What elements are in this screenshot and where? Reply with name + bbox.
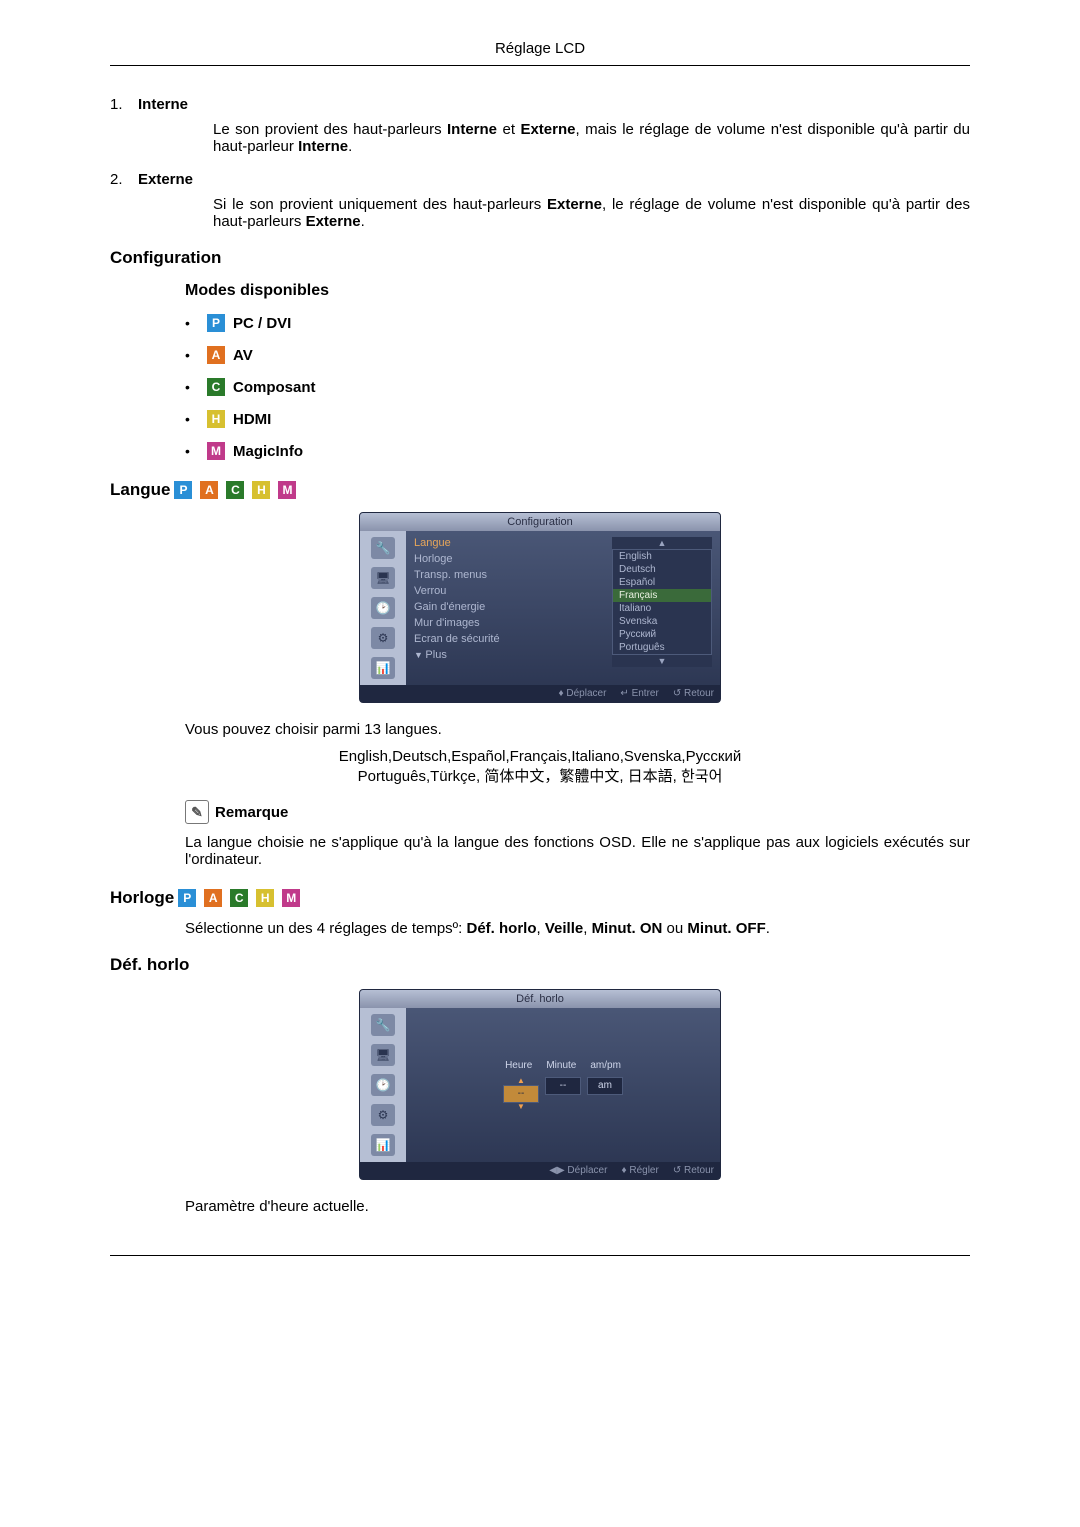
clock-icon: 🕑 [371, 1074, 395, 1096]
spin-heure: -- [503, 1085, 539, 1103]
list-num-2: 2. [110, 171, 138, 188]
heading-configuration: Configuration [110, 248, 970, 268]
h-icon: H [252, 481, 270, 499]
osd-item: Mur d'images [414, 617, 604, 629]
osd-lang-option: Español [613, 576, 711, 589]
osd-lang-option: Русский [613, 628, 711, 641]
list-num-1: 1. [110, 96, 138, 113]
heading-langue: Langue P A C H M [110, 480, 970, 500]
osd-item: Verrou [414, 585, 604, 597]
tool-icon: 🔧 [371, 537, 395, 559]
mode-label: PC / DVI [233, 315, 291, 332]
remark-heading: ✎ Remarque [185, 800, 970, 824]
spin-minute: -- [545, 1077, 581, 1095]
remark-label: Remarque [215, 804, 288, 821]
defhorlo-body: Paramètre d'heure actuelle. [185, 1198, 970, 1215]
osd-item-more: Plus [414, 649, 604, 661]
c-icon: C [207, 378, 225, 396]
speaker-list: 1. Interne Le son provient des haut-parl… [110, 96, 970, 230]
page: Réglage LCD 1. Interne Le son provient d… [0, 0, 1080, 1324]
col-ampm: am/pm [590, 1060, 621, 1071]
osd-title: Configuration [360, 513, 720, 531]
osd-clock-setter: Heure Minute am/pm ▲ -- ▼ -- [406, 1008, 720, 1162]
osd-lang-option: Deutsch [613, 563, 711, 576]
note-icon: ✎ [185, 800, 209, 824]
m-icon: M [282, 889, 300, 907]
osd-lang-option: Italiano [613, 602, 711, 615]
heading-def-horlo: Déf. horlo [110, 955, 970, 975]
horloge-intro: Sélectionne un des 4 réglages de tempsº:… [185, 920, 970, 937]
osd-side-icons: 🔧 🖥 🕑 ⚙ 📊 [360, 1008, 406, 1162]
osd-footer: ♦ Déplacer ↵ Entrer ↺ Retour [360, 685, 720, 702]
p-icon: P [174, 481, 192, 499]
osd-item: Gain d'énergie [414, 601, 604, 613]
osd-langue-screenshot: Configuration 🔧 🖥 🕑 ⚙ 📊 Langue Horloge T… [110, 512, 970, 703]
page-header-title: Réglage LCD [110, 40, 970, 65]
p-icon: P [178, 889, 196, 907]
clock-icon: 🕑 [371, 597, 395, 619]
a-icon: A [204, 889, 222, 907]
osd-item: Transp. menus [414, 569, 604, 581]
h-icon: H [256, 889, 274, 907]
modes-list: • P PC / DVI • A AV • C Composant • H HD… [185, 314, 970, 460]
osd-item: Ecran de sécurité [414, 633, 604, 645]
col-minute: Minute [546, 1060, 576, 1071]
mode-label: Composant [233, 379, 316, 396]
mode-av: • A AV [185, 346, 970, 364]
heading-langue-text: Langue [110, 480, 170, 500]
a-icon: A [207, 346, 225, 364]
c-icon: C [230, 889, 248, 907]
mode-label: MagicInfo [233, 443, 303, 460]
heading-horloge-text: Horloge [110, 888, 174, 908]
col-heure: Heure [505, 1060, 532, 1071]
list-body-externe: Si le son provient uniquement des haut-p… [213, 196, 970, 230]
monitor-icon: 🖥 [371, 1044, 395, 1066]
header-rule [110, 65, 970, 66]
m-icon: M [207, 442, 225, 460]
tool-icon: 🔧 [371, 1014, 395, 1036]
mode-label: AV [233, 347, 253, 364]
osd-lang-option-selected: Français [613, 589, 711, 602]
remark-body: La langue choisie ne s'applique qu'à la … [185, 834, 970, 868]
mode-label: HDMI [233, 411, 271, 428]
osd-defhorlo-screenshot: Déf. horlo 🔧 🖥 🕑 ⚙ 📊 Heure Minute am/pm [110, 989, 970, 1180]
osd-item-langue: Langue [414, 537, 604, 549]
osd-side-icons: 🔧 🖥 🕑 ⚙ 📊 [360, 531, 406, 685]
osd-lang-option: English [613, 550, 711, 563]
languages-list: English,Deutsch,Español,Français,Italian… [110, 748, 970, 786]
a-icon: A [200, 481, 218, 499]
heading-horloge: Horloge P A C H M [110, 888, 970, 908]
osd-menu-items: Langue Horloge Transp. menus Verrou Gain… [414, 537, 604, 667]
osd-language-dropdown: ▲ English Deutsch Español Français Itali… [612, 537, 712, 667]
list-body-interne: Le son provient des haut-parleurs Intern… [213, 121, 970, 155]
osd-lang-option: Svenska [613, 615, 711, 628]
m-icon: M [278, 481, 296, 499]
p-icon: P [207, 314, 225, 332]
osd-title: Déf. horlo [360, 990, 720, 1008]
mode-hdmi: • H HDMI [185, 410, 970, 428]
list-label-externe: Externe [138, 171, 193, 188]
gear-icon: ⚙ [371, 1104, 395, 1126]
footer-rule [110, 1255, 970, 1256]
list-label-interne: Interne [138, 96, 188, 113]
spin-ampm: am [587, 1077, 623, 1095]
chart-icon: 📊 [371, 1134, 395, 1156]
monitor-icon: 🖥 [371, 567, 395, 589]
osd-footer: ◀▶ Déplacer ♦ Régler ↺ Retour [360, 1162, 720, 1179]
osd-item: Horloge [414, 553, 604, 565]
h-icon: H [207, 410, 225, 428]
osd-lang-option: Português [613, 641, 711, 654]
mode-magicinfo: • M MagicInfo [185, 442, 970, 460]
gear-icon: ⚙ [371, 627, 395, 649]
chart-icon: 📊 [371, 657, 395, 679]
mode-composant: • C Composant [185, 378, 970, 396]
langue-intro: Vous pouvez choisir parmi 13 langues. [185, 721, 970, 738]
heading-modes: Modes disponibles [185, 282, 970, 300]
c-icon: C [226, 481, 244, 499]
mode-pc-dvi: • P PC / DVI [185, 314, 970, 332]
